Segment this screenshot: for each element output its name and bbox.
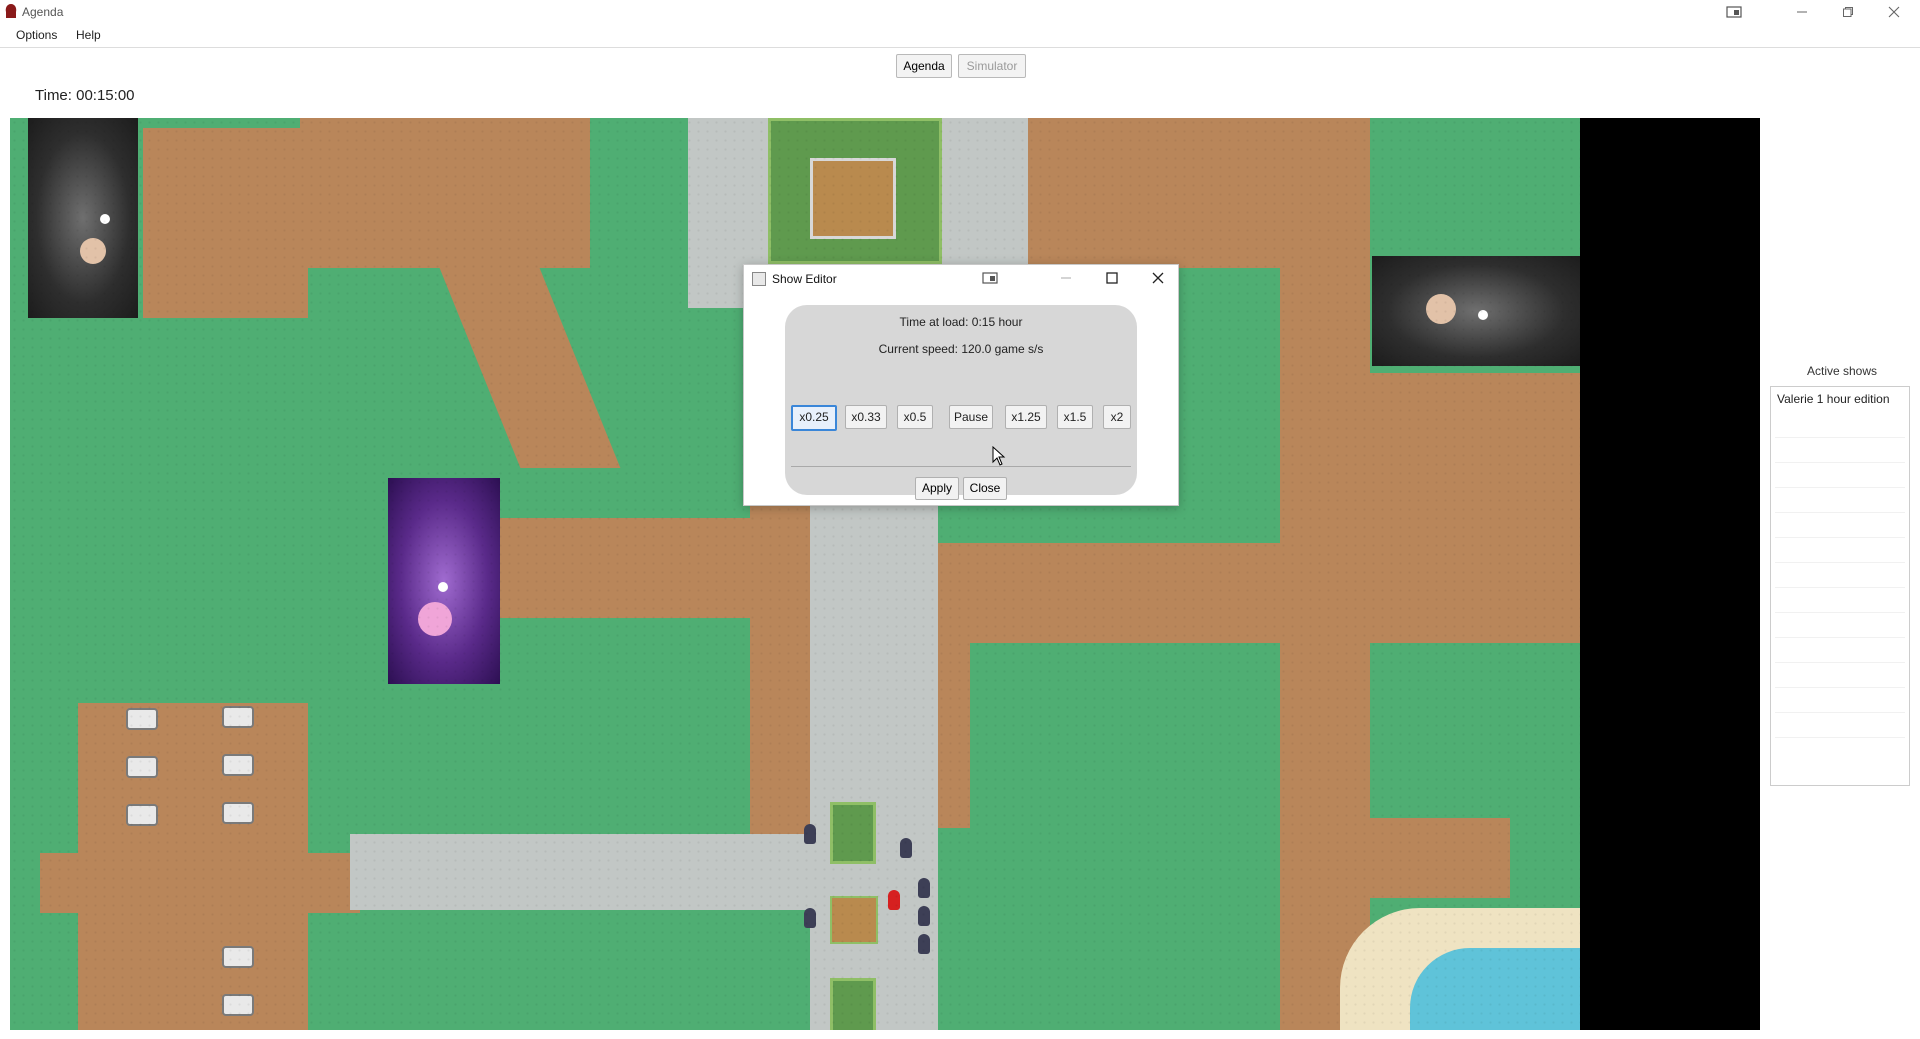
dirt-path (1310, 818, 1510, 898)
bench (126, 804, 158, 826)
water (1410, 948, 1580, 1030)
visitor-sprite (918, 934, 930, 954)
visitor-sprite (918, 878, 930, 898)
speed-button-x0.5[interactable]: x0.5 (897, 405, 933, 429)
bench (222, 946, 254, 968)
cast-icon[interactable] (982, 269, 1002, 287)
tab-agenda[interactable]: Agenda (896, 54, 952, 78)
marker-dot (1478, 310, 1488, 320)
dirt-path (1360, 373, 1580, 603)
dialog-close-button[interactable] (1152, 269, 1172, 287)
map-void (1580, 118, 1760, 1030)
dialog-title: Show Editor (772, 272, 837, 286)
visitor-sprite-red (888, 890, 900, 910)
speed-button-x2[interactable]: x2 (1103, 405, 1131, 429)
close-button[interactable] (1872, 0, 1916, 24)
bench (222, 706, 254, 728)
restore-button[interactable] (1826, 0, 1870, 24)
dirt-path (40, 853, 360, 913)
speed-button-x1.5[interactable]: x1.5 (1057, 405, 1093, 429)
speed-button-x0.25[interactable]: x0.25 (791, 405, 837, 431)
stage-room-purple[interactable] (388, 478, 500, 684)
stone-road (350, 834, 830, 910)
marker-dot (438, 582, 448, 592)
current-speed-label: Current speed: 120.0 game s/s (878, 342, 1044, 356)
dialog-minimize-button[interactable] (1060, 269, 1080, 287)
marker-dot (100, 214, 110, 224)
hedge (830, 978, 876, 1030)
tab-simulator[interactable]: Simulator (958, 54, 1026, 78)
stage-room[interactable] (28, 118, 138, 318)
cast-icon[interactable] (1712, 0, 1756, 24)
apply-button[interactable]: Apply (915, 477, 959, 500)
time-label: Time: 00:15:00 (35, 87, 135, 104)
visitor-sprite (900, 838, 912, 858)
hedge (830, 802, 876, 864)
dirt-path (143, 128, 308, 318)
stage-room[interactable] (1372, 256, 1580, 366)
minimize-button[interactable] (1780, 0, 1824, 24)
speed-button-x0.33[interactable]: x0.33 (845, 405, 887, 429)
active-shows-title: Active shows (1806, 364, 1878, 378)
bench (126, 708, 158, 730)
performer-sprite (80, 238, 106, 264)
dirt-path (300, 118, 590, 268)
speed-button-x1.25[interactable]: x1.25 (1005, 405, 1047, 429)
list-item[interactable]: Valerie 1 hour edition (1771, 387, 1909, 411)
close-dialog-button[interactable]: Close (963, 477, 1007, 500)
divider (791, 466, 1131, 467)
visitor-sprite (804, 908, 816, 928)
visitor-sprite (918, 906, 930, 926)
flower-bed (810, 158, 896, 239)
dialog-panel: Time at load: 0:15 hour Current speed: 1… (785, 305, 1137, 500)
performer-sprite (1426, 294, 1456, 324)
dirt-path (439, 268, 621, 468)
show-editor-dialog: Show Editor Time at load: 0:15 hour Curr… (743, 264, 1179, 506)
app-icon (4, 3, 18, 19)
menu-options[interactable]: Options (16, 28, 57, 42)
dirt-path (1020, 118, 1290, 268)
menu-help[interactable]: Help (76, 28, 101, 42)
dialog-app-icon (752, 272, 766, 286)
flower-bed (830, 896, 878, 944)
simulation-map[interactable] (10, 118, 1580, 1030)
dialog-maximize-button[interactable] (1106, 269, 1126, 287)
performer-sprite (418, 602, 452, 636)
menu-bar: Options Help (0, 24, 1920, 48)
bench (126, 756, 158, 778)
bench (222, 754, 254, 776)
visitor-sprite (804, 824, 816, 844)
active-shows-list[interactable]: Valerie 1 hour edition (1770, 386, 1910, 786)
time-at-load-label: Time at load: 0:15 hour (899, 315, 1023, 329)
pause-button[interactable]: Pause (949, 405, 993, 429)
title-bar: Agenda (0, 0, 1920, 24)
window-title: Agenda (22, 5, 64, 19)
mouse-cursor-icon (992, 445, 1006, 469)
bench (222, 802, 254, 824)
bench (222, 994, 254, 1016)
